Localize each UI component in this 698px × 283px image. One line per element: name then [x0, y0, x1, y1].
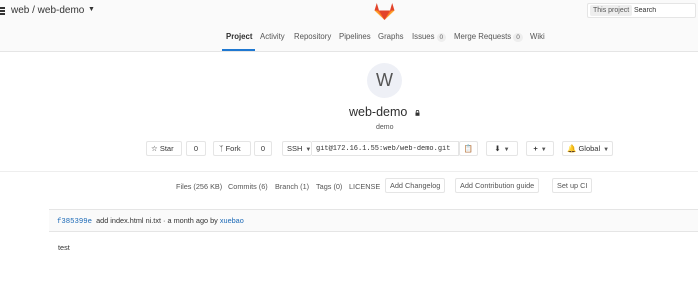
commit-separator: ·: [163, 216, 166, 225]
gitlab-logo-icon[interactable]: [374, 1, 395, 21]
tab-project[interactable]: Project: [226, 32, 252, 41]
star-icon: ☆: [151, 144, 158, 153]
star-button-label: Star: [159, 144, 174, 153]
star-button[interactable]: ☆ Star: [146, 141, 182, 156]
tab-issues-label: Issues: [412, 32, 435, 41]
clone-protocol-label: SSH: [287, 144, 303, 153]
fork-button-label: Fork: [225, 144, 241, 153]
hamburger-menu-icon[interactable]: [0, 7, 5, 15]
setup-ci-button[interactable]: Set up CI: [552, 178, 593, 193]
branch-stat-link[interactable]: Branch (1): [275, 182, 309, 191]
last-commit-bar: f385399e add index.html ni.txt · a month…: [49, 209, 698, 232]
merge-requests-count-badge: 0: [513, 33, 523, 42]
project-nav: Project Activity Repository Pipelines Gr…: [0, 24, 698, 52]
license-link[interactable]: LICENSE: [349, 182, 380, 191]
download-dropdown[interactable]: ⬇ ▼: [486, 141, 518, 156]
fork-button[interactable]: ᛉ Fork: [213, 141, 251, 156]
tab-merge-requests-label: Merge Requests: [454, 32, 512, 41]
add-contribution-guide-button[interactable]: Add Contribution guide: [455, 178, 540, 193]
notification-level: Global: [578, 144, 601, 153]
bell-icon: 🔔: [567, 144, 577, 153]
project-title: web-demo: [349, 105, 408, 119]
search-scope-badge[interactable]: This project: [590, 5, 633, 16]
commit-author-link[interactable]: xuebao: [220, 216, 244, 225]
star-count[interactable]: 0: [186, 141, 206, 156]
top-header: web / web-demo ▼ This project: [0, 0, 698, 24]
project-description: demo: [376, 124, 394, 131]
fork-icon: ᛉ: [219, 144, 224, 153]
chevron-down-icon: ▼: [503, 147, 510, 153]
readme-content: test: [58, 243, 70, 252]
commit-sha-link[interactable]: f385399e: [57, 218, 92, 226]
tab-pipelines[interactable]: Pipelines: [339, 32, 371, 41]
project-path[interactable]: web / web-demo: [11, 5, 84, 16]
search-box[interactable]: This project: [587, 3, 696, 18]
commit-time: a month ago: [167, 216, 209, 225]
add-new-dropdown[interactable]: + ▼: [526, 141, 554, 156]
tab-merge-requests[interactable]: Merge Requests 0: [454, 32, 523, 42]
copy-url-button[interactable]: 📋: [459, 141, 478, 156]
tab-graphs[interactable]: Graphs: [378, 32, 404, 41]
active-tab-indicator: [222, 49, 255, 51]
project-stats-bar: Files (256 KB) Commits (6) Branch (1) Ta…: [0, 171, 698, 201]
clipboard-icon: 📋: [463, 144, 474, 153]
notification-dropdown[interactable]: 🔔 Global ▼: [562, 141, 613, 156]
issues-count-badge: 0: [436, 33, 447, 42]
clone-protocol-dropdown[interactable]: SSH ▼: [282, 141, 312, 156]
chevron-down-icon: ▼: [540, 147, 547, 153]
tags-stat-link[interactable]: Tags (0): [316, 182, 342, 191]
commits-stat-link[interactable]: Commits (6): [228, 182, 268, 191]
tab-wiki[interactable]: Wiki: [530, 32, 545, 41]
download-icon: ⬇: [494, 144, 501, 153]
tab-repository[interactable]: Repository: [294, 32, 331, 41]
chevron-down-icon: ▼: [305, 147, 312, 153]
plus-icon: +: [533, 144, 538, 153]
last-commit-info: f385399e add index.html ni.txt · a month…: [57, 216, 244, 226]
chevron-down-icon[interactable]: ▼: [88, 6, 95, 13]
files-stat-link[interactable]: Files (256 KB): [176, 182, 222, 191]
clone-url-input[interactable]: [312, 141, 459, 156]
add-changelog-button[interactable]: Add Changelog: [385, 178, 446, 193]
commit-message-link[interactable]: add index.html ni.txt: [96, 216, 161, 225]
fork-count[interactable]: 0: [254, 141, 272, 156]
tab-issues[interactable]: Issues 0: [412, 32, 447, 42]
project-avatar: W: [367, 63, 402, 98]
commit-by-label: by: [210, 216, 218, 225]
chevron-down-icon: ▼: [603, 147, 610, 153]
lock-icon: [415, 110, 420, 116]
tab-activity[interactable]: Activity: [260, 32, 285, 41]
search-input[interactable]: [634, 5, 690, 16]
